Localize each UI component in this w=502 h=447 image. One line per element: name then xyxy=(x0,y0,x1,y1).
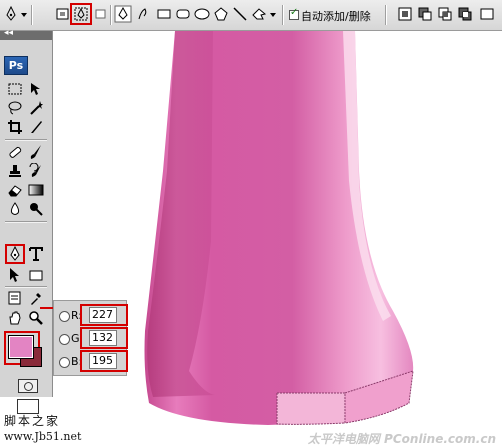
ellipse-shape-icon[interactable] xyxy=(193,5,211,23)
divider xyxy=(5,286,47,288)
auto-add-delete-checkbox[interactable] xyxy=(289,7,299,20)
blue-channel-radio[interactable] xyxy=(59,357,70,368)
exclude-overlap-icon[interactable] xyxy=(456,5,474,23)
blue-value-highlight xyxy=(80,350,128,372)
zoom-tool-icon[interactable] xyxy=(28,310,44,326)
rectangle-shape-icon[interactable] xyxy=(155,5,173,23)
polygon-shape-icon[interactable] xyxy=(212,5,230,23)
toolbox-header[interactable]: ◂◂ xyxy=(0,28,52,40)
history-brush-icon[interactable] xyxy=(28,163,44,179)
divider xyxy=(5,221,47,223)
foreground-color-swatch[interactable] xyxy=(8,335,34,359)
combine-icon[interactable] xyxy=(478,5,496,23)
watermark-url: www.Jb51.net xyxy=(4,430,82,443)
gradient-tool-icon[interactable] xyxy=(28,182,44,198)
preset-dropdown-icon[interactable] xyxy=(19,5,29,23)
add-to-path-area-icon[interactable] xyxy=(396,5,414,23)
options-bar: 自动添加/删除 xyxy=(0,0,502,31)
custom-shape-icon[interactable] xyxy=(250,5,268,23)
pen-icon[interactable] xyxy=(114,5,132,23)
slice-tool-icon[interactable] xyxy=(28,119,44,135)
red-value-highlight xyxy=(80,304,128,326)
separator xyxy=(31,5,33,25)
eraser-tool-icon[interactable] xyxy=(7,182,23,198)
quick-mask-button[interactable] xyxy=(18,379,38,393)
divider xyxy=(5,139,47,141)
hand-tool-icon[interactable] xyxy=(7,310,23,326)
lasso-tool-icon[interactable] xyxy=(7,100,23,116)
notes-tool-icon[interactable] xyxy=(7,290,23,306)
freeform-pen-icon[interactable] xyxy=(135,5,153,23)
marquee-tool-icon[interactable] xyxy=(7,81,23,97)
separator xyxy=(385,5,387,25)
subtract-path-area-icon[interactable] xyxy=(416,5,434,23)
photoshop-logo[interactable]: Ps xyxy=(4,56,28,75)
red-channel-radio[interactable] xyxy=(59,311,70,322)
eyedropper-tool-icon[interactable] xyxy=(28,290,44,306)
magic-wand-tool-icon[interactable] xyxy=(28,100,44,116)
green-value-highlight xyxy=(80,327,128,349)
blur-tool-icon[interactable] xyxy=(7,201,23,217)
type-tool-icon[interactable] xyxy=(28,246,44,262)
pen-tool-icon[interactable] xyxy=(5,244,25,264)
intersect-path-area-icon[interactable] xyxy=(436,5,454,23)
separator xyxy=(110,5,112,25)
rectangle-tool-icon[interactable] xyxy=(28,267,44,283)
fill-pixels-icon[interactable] xyxy=(92,5,110,23)
collapse-icon[interactable]: ◂◂ xyxy=(4,28,13,38)
auto-add-delete-label: 自动添加/删除 xyxy=(301,10,371,23)
dodge-tool-icon[interactable] xyxy=(28,201,44,217)
clone-stamp-icon[interactable] xyxy=(7,163,23,179)
line-shape-icon[interactable] xyxy=(231,5,249,23)
pink-bottle-illustration xyxy=(144,31,414,425)
toolbox: ◂◂ Ps xyxy=(0,28,53,414)
move-tool-icon[interactable] xyxy=(28,81,44,97)
crop-tool-icon[interactable] xyxy=(7,119,23,135)
document-canvas[interactable] xyxy=(53,31,502,447)
watermark-right: 太平洋电脑网 PConline.com.cn xyxy=(307,432,496,446)
path-selection-icon[interactable] xyxy=(7,267,23,283)
green-channel-radio[interactable] xyxy=(59,334,70,345)
brush-tool-icon[interactable] xyxy=(28,144,44,160)
pen-preset-icon[interactable] xyxy=(2,5,20,23)
shape-dropdown-icon[interactable] xyxy=(268,5,278,23)
paths-mode-icon[interactable] xyxy=(70,3,92,25)
separator xyxy=(282,5,284,25)
healing-brush-icon[interactable] xyxy=(7,144,23,160)
rounded-rectangle-icon[interactable] xyxy=(174,5,192,23)
watermark-left: 脚本之家 xyxy=(4,414,61,428)
shape-layers-icon[interactable] xyxy=(54,5,72,23)
